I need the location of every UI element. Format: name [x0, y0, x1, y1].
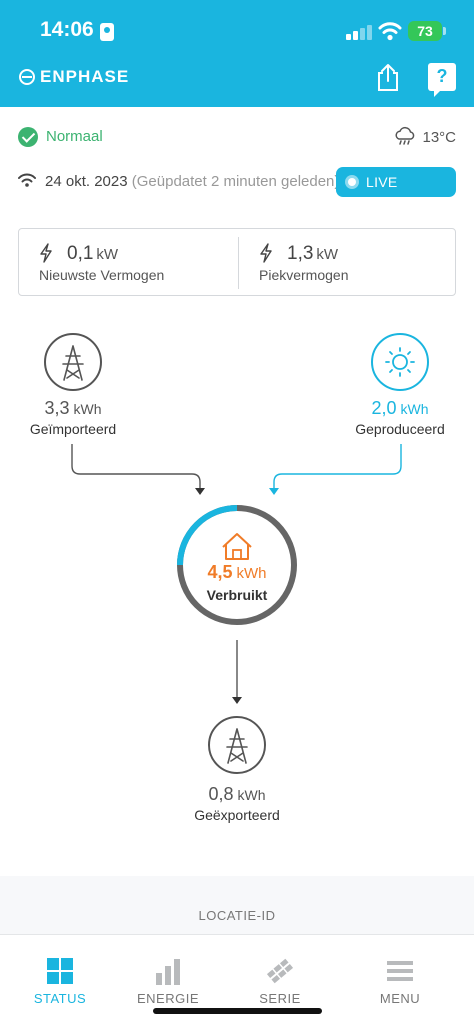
peak-power-unit: kW	[316, 246, 339, 263]
exported-unit: kWh	[237, 787, 266, 803]
tab-menu[interactable]: MENU	[355, 955, 445, 1010]
produced-value: 2,0	[371, 398, 397, 418]
import-arrow-head	[195, 488, 205, 495]
cellular-signal-icon	[346, 24, 372, 40]
tab-status[interactable]: STATUS	[15, 955, 105, 1010]
solar-panel-icon	[266, 958, 294, 984]
temperature: 13°C	[422, 128, 456, 146]
update-relative: (Geüpdatet 2 minuten geleden)	[131, 173, 340, 190]
grid-export-icon	[208, 716, 266, 774]
location-id-label: LOCATIE-ID	[198, 908, 276, 923]
imported-energy: 3,3 kWh Geïmporteerd	[3, 398, 143, 437]
production-arrow-head	[269, 488, 279, 495]
location-section: LOCATIE-ID	[0, 876, 474, 936]
consumed-energy[interactable]: 4,5 kWh	[167, 562, 307, 583]
system-status-row: Normaal 13°C	[18, 125, 458, 149]
imported-unit: kWh	[73, 401, 102, 417]
connection-icon	[18, 173, 36, 187]
grid-icon	[47, 958, 73, 984]
rain-cloud-icon	[395, 126, 415, 145]
latest-power-label: Nieuwste Vermogen	[39, 267, 165, 283]
tab-serie[interactable]: SERIE	[235, 955, 325, 1010]
grid-import-icon	[44, 333, 102, 391]
divider	[238, 237, 239, 289]
update-date: 24 okt. 2023	[45, 173, 128, 190]
lightning-icon	[260, 243, 272, 263]
tab-menu-label: MENU	[379, 991, 421, 1006]
share-icon[interactable]	[374, 62, 402, 92]
tab-energie-label: ENERGIE	[136, 991, 199, 1006]
help-button[interactable]: ?	[428, 63, 456, 97]
battery-indicator: 73	[408, 21, 442, 41]
hamburger-icon	[387, 961, 413, 981]
enphase-logo: ENPHASE	[18, 67, 129, 87]
peak-power-number: 1,3	[287, 243, 314, 264]
production-flow-line	[273, 444, 402, 490]
latest-power-number: 0,1	[67, 243, 94, 264]
live-dot-icon	[345, 175, 359, 189]
check-circle-icon	[18, 127, 38, 147]
consumed-value: 4,5	[207, 562, 233, 582]
wifi-icon	[378, 22, 402, 41]
live-status-label: LIVE STATUS	[366, 174, 421, 220]
last-update: 24 okt. 2023 (Geüpdatet 2 minuten gelede…	[45, 173, 339, 190]
consumed-label: Verbruikt	[206, 587, 268, 603]
exported-label: Geëxporteerd	[194, 807, 280, 823]
lightning-icon	[40, 243, 52, 263]
enphase-logo-icon	[19, 69, 35, 85]
system-status-bar: 14:06 73	[0, 0, 474, 60]
latest-power-unit: kW	[96, 246, 119, 263]
exported-value: 0,8	[208, 784, 234, 804]
bar-chart-icon	[156, 959, 180, 985]
exported-energy: 0,8 kWh Geëxporteerd	[167, 784, 307, 823]
weather: 13°C	[394, 125, 456, 149]
imported-label: Geïmporteerd	[29, 421, 117, 437]
app-bar: ENPHASE ?	[0, 60, 474, 107]
peak-power-label: Piekvermogen	[259, 267, 349, 283]
system-status-text: Normaal	[46, 128, 103, 145]
tab-status-label: STATUS	[33, 991, 87, 1006]
sun-icon	[371, 333, 429, 391]
contact-card-icon	[100, 23, 114, 41]
peak-power-value: 1,3 kW	[287, 243, 338, 265]
produced-unit: kWh	[400, 401, 429, 417]
battery-tip	[443, 27, 446, 35]
consumed-unit: kWh	[236, 565, 267, 582]
import-flow-line	[71, 444, 201, 490]
brand-name: ENPHASE	[40, 67, 130, 86]
battery-level: 73	[417, 23, 433, 39]
live-status-button[interactable]: LIVE STATUS	[336, 167, 456, 220]
produced-label: Geproduceerd	[355, 421, 445, 437]
export-arrow-head	[232, 697, 242, 704]
power-summary-card: 0,1 kW Nieuwste Vermogen 1,3 kW Piekvermog…	[18, 228, 456, 296]
imported-value: 3,3	[44, 398, 70, 418]
update-row: 24 okt. 2023 (Geüpdatet 2 minuten gelede…	[18, 167, 458, 220]
app-header: 14:06 73 ENPHASE ?	[0, 0, 474, 107]
clock: 14:06	[40, 18, 94, 41]
tab-serie-label: SERIE	[259, 991, 301, 1006]
tab-energie[interactable]: ENERGIE	[123, 955, 213, 1010]
latest-power-value: 0,1 kW	[67, 243, 118, 265]
produced-energy: 2,0 kWh Geproduceerd	[330, 398, 470, 437]
home-indicator[interactable]	[153, 1008, 322, 1014]
